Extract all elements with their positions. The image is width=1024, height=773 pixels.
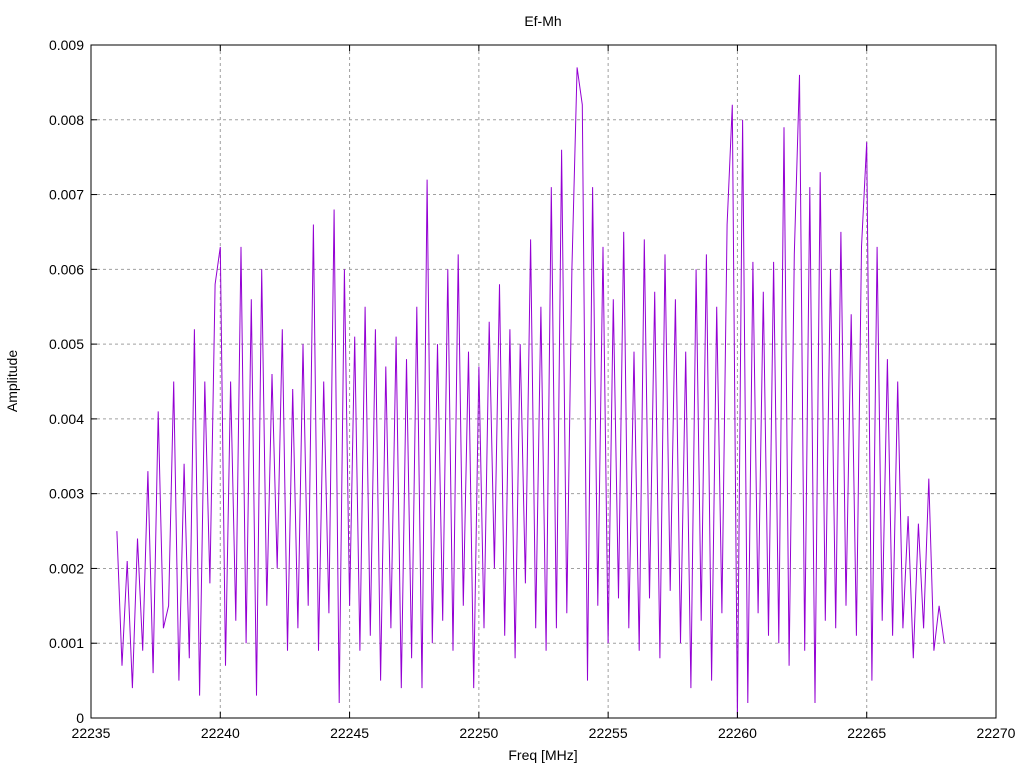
y-tick-label: 0.008 bbox=[49, 112, 84, 128]
y-tick-label: 0.005 bbox=[49, 336, 84, 352]
y-tick-label: 0 bbox=[76, 710, 84, 726]
series-line bbox=[117, 67, 944, 718]
y-tick-label: 0.003 bbox=[49, 486, 84, 502]
y-tick-label: 0.001 bbox=[49, 635, 84, 651]
x-tick-label: 22255 bbox=[589, 725, 628, 741]
y-axis-label: Amplitude bbox=[4, 350, 20, 412]
x-tick-label: 22265 bbox=[847, 725, 886, 741]
chart-title: Ef-Mh bbox=[524, 13, 561, 29]
y-tick-label: 0.002 bbox=[49, 560, 84, 576]
x-tick-label: 22240 bbox=[201, 725, 240, 741]
x-tick-label: 22260 bbox=[718, 725, 757, 741]
y-tick-label: 0.004 bbox=[49, 411, 84, 427]
x-tick-label: 22250 bbox=[459, 725, 498, 741]
chart: 22235 22240 22245 22250 22255 22260 22265 22270… bbox=[0, 0, 1024, 768]
y-tick-label: 0.007 bbox=[49, 187, 84, 203]
x-axis-label: Freq [MHz] bbox=[508, 747, 577, 763]
x-tick-label: 22245 bbox=[330, 725, 369, 741]
y-tick-label: 0.009 bbox=[49, 37, 84, 53]
x-tick-label: 22235 bbox=[72, 725, 111, 741]
series-layer bbox=[117, 67, 944, 718]
x-tick-label: 22270 bbox=[977, 725, 1016, 741]
y-tick-label: 0.006 bbox=[49, 261, 84, 277]
